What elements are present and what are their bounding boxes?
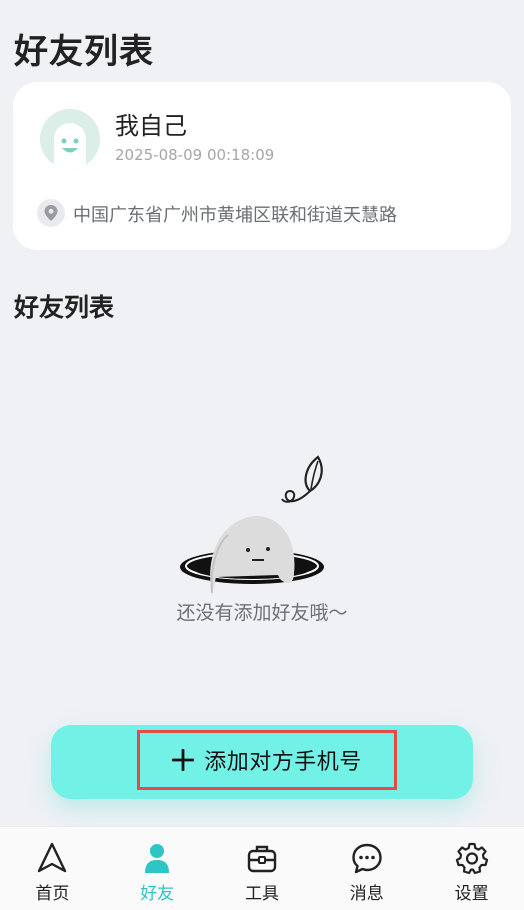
toolbox-icon	[247, 845, 277, 873]
tab-tools-label: 工具	[244, 884, 279, 904]
bottom-tab-bar: 首页 好友 工具 消息 设置	[0, 826, 524, 910]
page-title: 好友列表	[14, 32, 154, 72]
tab-messages-label: 消息	[349, 884, 384, 904]
self-timestamp: 2025-08-09 00:18:09	[115, 146, 275, 164]
tab-home-label: 首页	[35, 884, 70, 904]
friends-section-title: 好友列表	[14, 293, 115, 322]
chat-bubble-icon	[352, 843, 382, 874]
smiley-avatar-icon	[40, 109, 100, 169]
self-location: 中国广东省广州市黄埔区联和街道天慧路	[73, 205, 397, 226]
self-name: 我自己	[115, 112, 187, 140]
tab-home[interactable]: 首页	[0, 827, 105, 910]
add-button-content[interactable]: 添加对方手机号	[137, 730, 397, 790]
self-card[interactable]: 我自己 2025-08-09 00:18:09 中国广东省广州市黄埔区联和街道天…	[13, 82, 511, 250]
tab-friends[interactable]: 好友	[105, 827, 210, 910]
person-icon	[145, 844, 170, 873]
add-phone-button[interactable]: 添加对方手机号	[51, 725, 473, 799]
tab-friends-label: 好友	[140, 884, 175, 904]
plus-icon	[172, 749, 195, 771]
gear-icon	[455, 842, 488, 875]
add-button-label: 添加对方手机号	[204, 750, 362, 775]
tab-settings-label: 设置	[454, 884, 489, 904]
map-pin-icon	[37, 199, 65, 227]
empty-state-illustration	[170, 445, 350, 600]
tab-settings[interactable]: 设置	[419, 827, 524, 910]
tab-tools[interactable]: 工具	[210, 827, 315, 910]
empty-state-text: 还没有添加好友哦～	[176, 602, 348, 624]
navigation-arrow-icon	[38, 842, 67, 873]
tab-messages[interactable]: 消息	[314, 827, 419, 910]
